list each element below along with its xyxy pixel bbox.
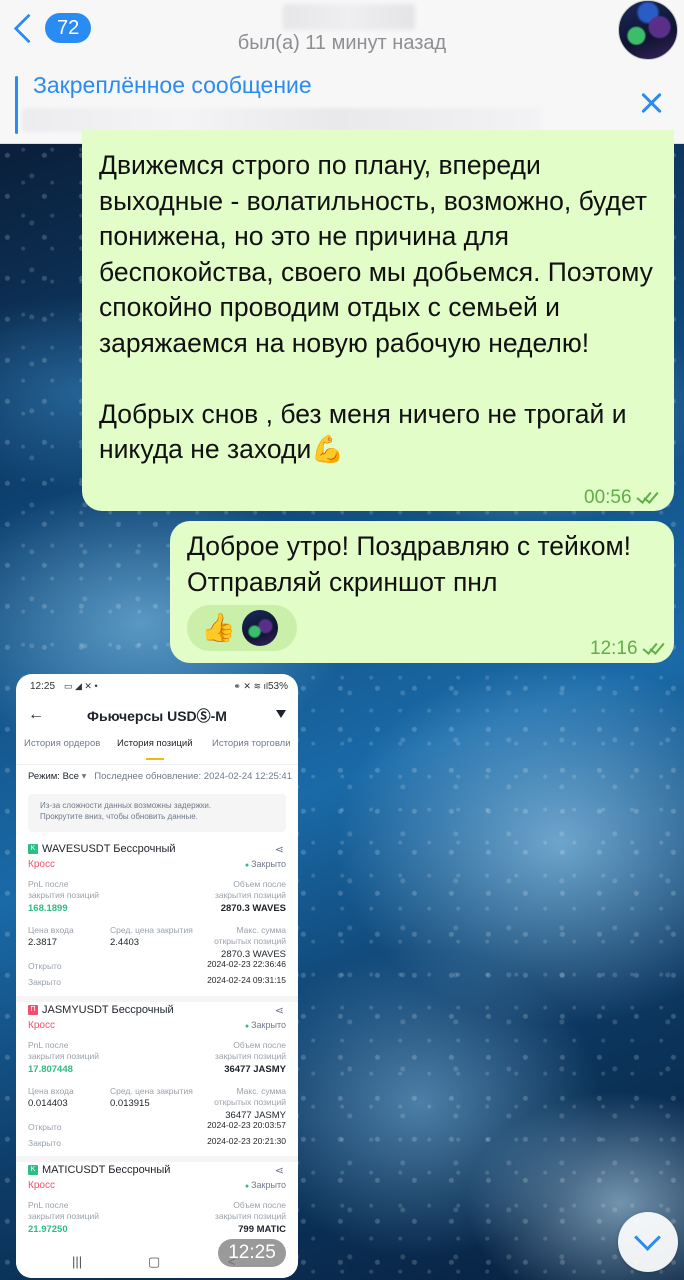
- chat-header: 72 был(а) 11 минут назад: [0, 0, 684, 70]
- pinned-text-redacted: [22, 108, 542, 132]
- message-meta: 00:56: [584, 480, 660, 516]
- last-update-text: Последнее обновление: 2024-02-24 12:25:4…: [94, 771, 292, 782]
- active-tab-indicator: [146, 758, 164, 760]
- opened-label: Открыто: [28, 1122, 62, 1132]
- position-badge: K: [28, 1165, 38, 1175]
- share-icon[interactable]: ⋖: [275, 1164, 284, 1177]
- message-text: Движемся строго по плану, впереди выходн…: [99, 150, 653, 464]
- caret-down-icon: ▾: [81, 771, 87, 782]
- opened-value: 2024-02-23 20:03:57: [207, 1120, 286, 1130]
- avg-close-label: Сред. цена закрытия: [110, 1086, 193, 1096]
- message-time: 00:56: [584, 487, 632, 508]
- signal-icons: ⚭ ✕ ≋ ıl: [233, 681, 268, 691]
- message-text: Доброе утро! Поздравляю с тейком! Отправ…: [187, 531, 632, 597]
- closed-label: Закрыто: [28, 977, 61, 987]
- status-bar-icons: ▭ ◢ ✕ •: [64, 681, 98, 691]
- max-open-label: Макс. сумма открытых позиций: [214, 925, 286, 946]
- message-bubble-incoming[interactable]: Движемся строго по плану, впереди выходн…: [82, 130, 674, 511]
- position-symbol: JASMYUSDT Бессрочный: [42, 1004, 174, 1016]
- image-time: 12:25: [218, 1239, 286, 1267]
- image-message[interactable]: 12:25 ▭ ◢ ✕ • ⚭ ✕ ≋ ıl 53% ← Фьючерсы US…: [16, 674, 298, 1278]
- contact-name-redacted[interactable]: [283, 4, 415, 30]
- pnl-value: 168.1899: [28, 903, 68, 914]
- notice-line: Из-за сложности данных возможны задержки…: [40, 801, 212, 810]
- position-status: Закрыто: [245, 859, 286, 869]
- contact-avatar[interactable]: [618, 0, 678, 60]
- position-card[interactable]: K WAVESUSDT Бессрочный Кросс Закрыто PnL…: [16, 843, 298, 993]
- divider: [16, 1156, 298, 1162]
- status-bar-time: 12:25: [30, 681, 56, 692]
- notice-line: Прокрутите вниз, чтобы обновить данные.: [40, 812, 198, 821]
- opened-value: 2024-02-23 22:36:46: [207, 959, 286, 969]
- position-badge: П: [28, 1005, 38, 1015]
- closed-value: 2024-02-23 20:21:30: [207, 1136, 286, 1146]
- scroll-down-button[interactable]: [618, 1212, 678, 1272]
- margin-mode: Кросс: [28, 1180, 55, 1191]
- opened-label: Открыто: [28, 961, 62, 971]
- entry-price-label: Цена входа: [28, 1086, 74, 1096]
- position-card[interactable]: K MATICUSDT Бессрочный Кросс Закрыто PnL…: [16, 1164, 298, 1244]
- tab-position-history[interactable]: История позиций: [117, 738, 193, 749]
- delay-notice: Из-за сложности данных возможны задержки…: [28, 794, 286, 832]
- position-card[interactable]: П JASMYUSDT Бессрочный Кросс Закрыто PnL…: [16, 1004, 298, 1154]
- position-badge: K: [28, 844, 38, 854]
- double-check-icon: [636, 491, 660, 505]
- margin-mode: Кросс: [28, 859, 55, 870]
- mode-row: Режим: Все ▾ Последнее обновление: 2024-…: [28, 771, 292, 782]
- volume-value: 799 MATIC: [238, 1224, 286, 1235]
- message-bubble-outgoing[interactable]: Доброе утро! Поздравляю с тейком! Отправ…: [170, 521, 674, 663]
- volume-label: Объем после закрытия позиций: [214, 1200, 286, 1221]
- filter-icon[interactable]: [276, 710, 286, 718]
- reaction-avatar: [242, 610, 278, 646]
- closed-label: Закрыто: [28, 1138, 61, 1148]
- margin-mode: Кросс: [28, 1020, 55, 1031]
- pinned-title: Закреплённое сообщение: [33, 72, 312, 98]
- position-status: Закрыто: [245, 1020, 286, 1030]
- mode-select[interactable]: Режим: Все: [28, 771, 79, 782]
- reaction-pill[interactable]: 👍: [187, 605, 297, 651]
- position-name-row: K WAVESUSDT Бессрочный: [28, 843, 176, 855]
- position-name-row: П JASMYUSDT Бессрочный: [28, 1004, 174, 1016]
- avg-close-label: Сред. цена закрытия: [110, 925, 193, 935]
- close-icon[interactable]: [636, 88, 666, 118]
- recent-apps-icon[interactable]: |||: [72, 1254, 82, 1269]
- app-toolbar: ← Фьючерсы USDⓈ-M: [16, 704, 298, 728]
- pnl-value: 21.97250: [28, 1224, 68, 1235]
- volume-label: Объем после закрытия позиций: [214, 1040, 286, 1061]
- entry-price-label: Цена входа: [28, 925, 74, 935]
- double-check-icon: [642, 642, 666, 656]
- last-seen-status: был(а) 11 минут назад: [237, 32, 447, 54]
- tab-order-history[interactable]: История ордеров: [24, 738, 100, 749]
- pnl-label: PnL после закрытия позиций: [28, 1200, 100, 1221]
- share-icon[interactable]: ⋖: [275, 1004, 284, 1017]
- message-time: 12:16: [590, 638, 638, 659]
- divider: [16, 996, 298, 1002]
- app-title: Фьючерсы USDⓈ-M: [87, 708, 227, 724]
- avg-close-value: 0.013915: [110, 1098, 150, 1109]
- position-status: Закрыто: [245, 1180, 286, 1190]
- entry-price-value: 2.3817: [28, 937, 58, 948]
- message-meta: 12:16: [590, 631, 666, 667]
- pinned-indicator: [15, 76, 18, 134]
- max-open-label: Макс. сумма открытых позиций: [214, 1086, 286, 1107]
- battery-level: 53%: [267, 681, 288, 692]
- closed-value: 2024-02-24 09:31:15: [207, 975, 286, 985]
- volume-value: 36477 JASMY: [224, 1064, 286, 1075]
- home-icon[interactable]: ▢: [148, 1254, 160, 1270]
- position-symbol: WAVESUSDT Бессрочный: [42, 843, 176, 855]
- thumbs-up-icon: 👍: [201, 612, 236, 643]
- avg-close-value: 2.4403: [110, 937, 140, 948]
- share-icon[interactable]: ⋖: [275, 843, 284, 856]
- position-symbol: MATICUSDT Бессрочный: [42, 1164, 171, 1176]
- volume-value: 2870.3 WAVES: [220, 903, 286, 914]
- position-name-row: K MATICUSDT Бессрочный: [28, 1164, 170, 1176]
- entry-price-value: 0.014403: [28, 1098, 68, 1109]
- pnl-label: PnL после закрытия позиций: [28, 1040, 100, 1061]
- tab-trade-history[interactable]: История торговли: [212, 738, 291, 749]
- pnl-label: PnL после закрытия позиций: [28, 879, 100, 900]
- divider: [16, 764, 298, 765]
- volume-label: Объем после закрытия позиций: [214, 879, 286, 900]
- pnl-value: 17.807448: [28, 1064, 73, 1075]
